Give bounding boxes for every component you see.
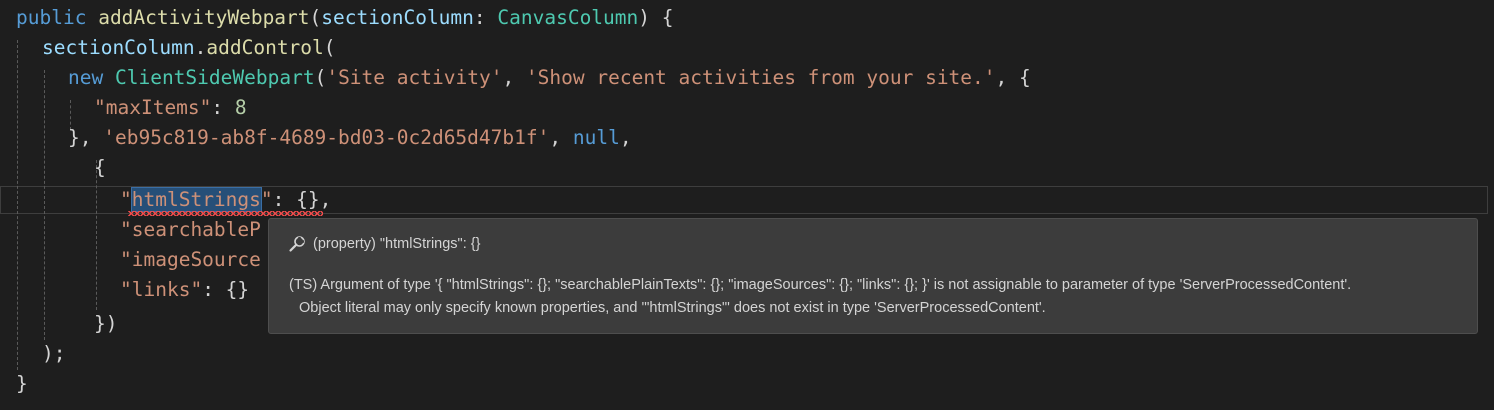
punctuation-token: , <box>619 126 632 149</box>
indent-guide <box>17 40 18 370</box>
selected-text[interactable]: htmlStrings <box>130 187 262 212</box>
code-line-11: }) <box>94 309 117 339</box>
type-token: CanvasColumn <box>497 6 639 29</box>
punctuation-token: , { <box>995 66 1031 89</box>
punctuation-token: : {}, <box>272 188 332 211</box>
punctuation-token: , <box>549 126 573 149</box>
code-line-9: "imageSource <box>120 245 261 275</box>
punctuation-token: ); <box>42 342 66 365</box>
code-line-10: "links": {} <box>120 275 249 305</box>
string-token: "links" <box>120 278 203 301</box>
string-token: 'eb95c819-ab8f-4689-bd03-0c2d65d47b1f' <box>103 126 550 149</box>
punctuation-token: }) <box>94 312 118 335</box>
code-line-3: new ClientSideWebpart('Site activity', '… <box>68 63 1031 93</box>
code-line-4: "maxItems": 8 <box>94 93 247 123</box>
punctuation-token: ( <box>314 66 327 89</box>
type-token: ClientSideWebpart <box>114 66 315 89</box>
wrench-icon <box>287 234 307 254</box>
code-line-12: ); <box>42 339 65 369</box>
string-token: 'Site activity' <box>326 66 503 89</box>
keyword-token: new <box>68 66 104 89</box>
number-token: 8 <box>234 96 247 119</box>
variable-token: sectionColumn <box>42 36 195 59</box>
punctuation-token: ( <box>309 6 322 29</box>
punctuation-token: { <box>94 156 106 179</box>
function-token: addControl <box>206 36 324 59</box>
punctuation-token: : {} <box>202 278 250 301</box>
string-token: " <box>260 188 273 211</box>
code-line-8: "searchableP <box>120 215 261 245</box>
keyword-token: public <box>16 6 87 29</box>
code-line-13: } <box>16 369 28 399</box>
punctuation-token: }, <box>68 126 104 149</box>
tooltip-signature: (property) "htmlStrings": {} <box>313 236 481 252</box>
code-line-1: public addActivityWebpart(sectionColumn:… <box>16 3 674 33</box>
string-token: "searchableP <box>120 218 261 241</box>
tooltip-error-message: (TS) Argument of type '{ "htmlStrings": … <box>289 274 1469 320</box>
string-token: "maxItems" <box>94 96 212 119</box>
code-editor[interactable]: public addActivityWebpart(sectionColumn:… <box>0 0 1494 410</box>
string-token: 'Show recent activities from your site.' <box>525 66 996 89</box>
keyword-token: null <box>572 126 620 149</box>
punctuation-token: . <box>194 36 207 59</box>
punctuation-token: , <box>502 66 526 89</box>
punctuation-token: ( <box>323 36 336 59</box>
error-message-line: (TS) Argument of type '{ "htmlStrings": … <box>289 277 1352 293</box>
string-token: " <box>120 188 132 211</box>
punctuation-token: : <box>473 6 498 29</box>
code-line-6: { <box>94 153 106 183</box>
code-line-2: sectionColumn.addControl( <box>42 33 336 63</box>
string-token: "imageSource <box>120 248 261 271</box>
hover-tooltip[interactable]: (property) "htmlStrings": {} (TS) Argume… <box>268 218 1478 334</box>
tooltip-header: (property) "htmlStrings": {} <box>287 233 480 255</box>
indent-guide <box>44 70 45 340</box>
code-line-5: }, 'eb95c819-ab8f-4689-bd03-0c2d65d47b1f… <box>68 123 632 153</box>
parameter-token: sectionColumn <box>321 6 474 29</box>
function-token: addActivityWebpart <box>98 6 310 29</box>
punctuation-token: : <box>211 96 235 119</box>
punctuation-token: } <box>16 372 28 395</box>
error-message-line: Object literal may only specify known pr… <box>299 300 1046 316</box>
punctuation-token: ) { <box>638 6 674 29</box>
